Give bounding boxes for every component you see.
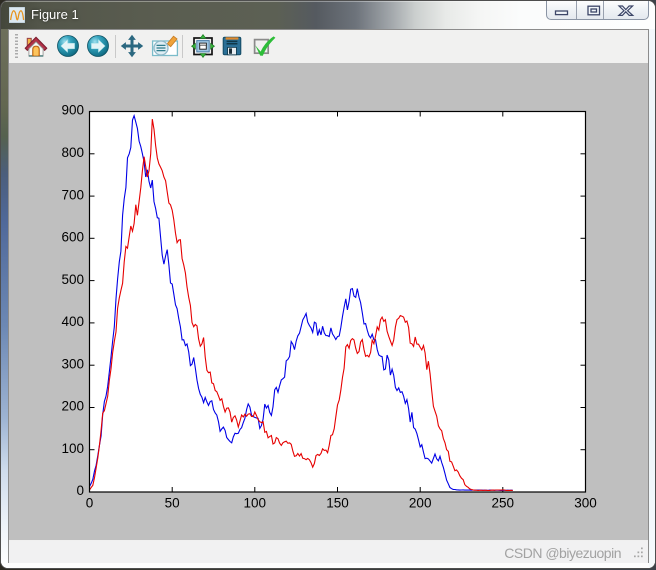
svg-text:800: 800	[61, 145, 84, 160]
svg-text:300: 300	[574, 496, 597, 511]
svg-text:900: 900	[61, 103, 84, 118]
svg-text:0: 0	[76, 483, 84, 498]
svg-text:700: 700	[61, 187, 84, 202]
svg-text:150: 150	[326, 496, 349, 511]
svg-text:400: 400	[61, 314, 84, 329]
svg-text:100: 100	[61, 441, 84, 456]
svg-text:200: 200	[409, 496, 432, 511]
svg-text:500: 500	[61, 272, 84, 287]
svg-text:0: 0	[86, 496, 94, 511]
svg-text:200: 200	[61, 399, 84, 414]
svg-text:100: 100	[244, 496, 267, 511]
svg-text:250: 250	[492, 496, 515, 511]
svg-text:600: 600	[61, 230, 84, 245]
svg-text:300: 300	[61, 356, 84, 371]
svg-text:50: 50	[165, 496, 180, 511]
